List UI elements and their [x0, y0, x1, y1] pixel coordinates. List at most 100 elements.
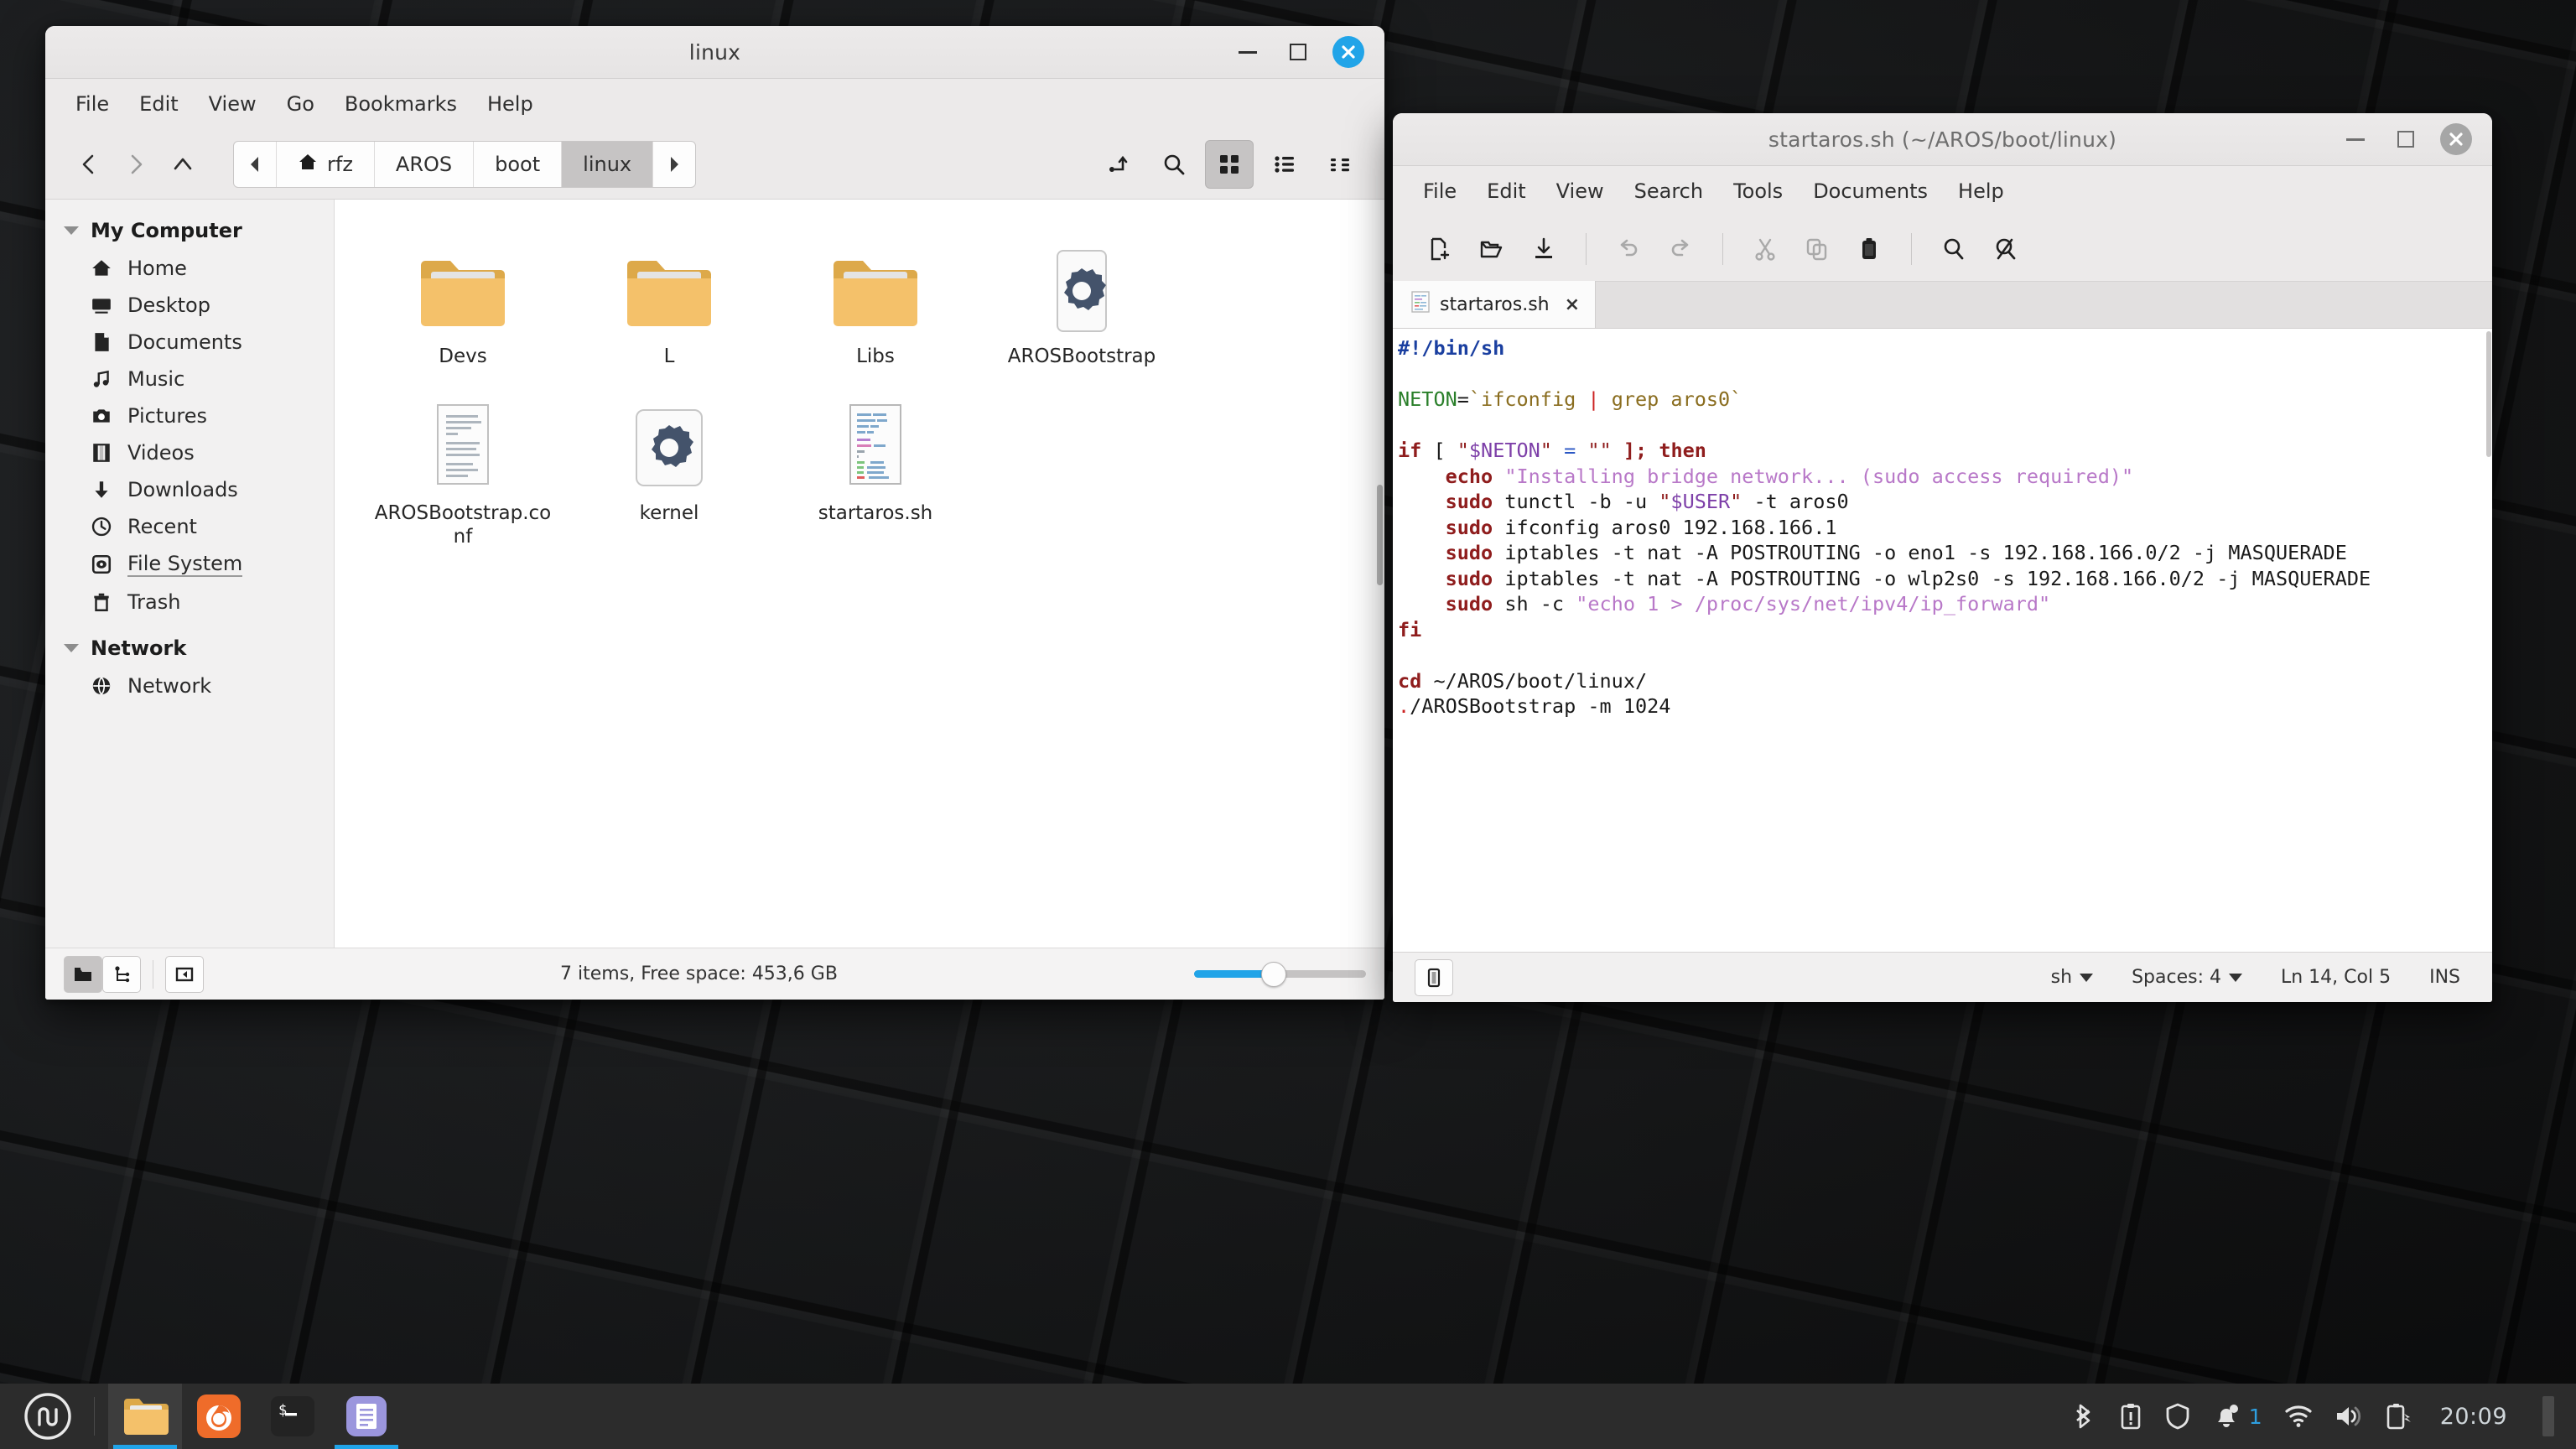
zoom-knob[interactable] [1260, 961, 1286, 987]
sidebar-item-recent[interactable]: Recent [45, 508, 334, 545]
menu-view[interactable]: View [1541, 173, 1619, 210]
sidebar-item-pictures[interactable]: Pictures [45, 397, 334, 434]
menu-help[interactable]: Help [1943, 173, 2019, 210]
back-icon[interactable] [65, 141, 112, 188]
firewall-shield-icon[interactable] [2165, 1402, 2190, 1431]
minimize-button[interactable] [1232, 36, 1264, 68]
sidebar-item-downloads[interactable]: Downloads [45, 471, 334, 508]
code-editor-area[interactable]: #!/bin/sh NETON=`ifconfig | grep aros0` … [1393, 329, 2492, 952]
sidebar-item-videos[interactable]: Videos [45, 434, 334, 471]
forward-icon[interactable] [112, 141, 159, 188]
paste-icon[interactable] [1846, 226, 1893, 273]
minimize-button[interactable] [2340, 123, 2371, 155]
file-manager-titlebar[interactable]: linux [45, 26, 1384, 79]
redo-icon[interactable] [1657, 226, 1704, 273]
mint-menu-icon[interactable] [20, 1389, 75, 1444]
folder-pane-button[interactable] [64, 955, 102, 993]
sidebar-item-home[interactable]: Home [45, 250, 334, 287]
menu-tools[interactable]: Tools [1718, 173, 1798, 210]
text-editor-toolbar[interactable] [1393, 216, 2492, 282]
breadcrumb-item-linux[interactable]: linux [562, 141, 654, 187]
new-document-icon[interactable] [1416, 226, 1463, 273]
menu-search[interactable]: Search [1619, 173, 1718, 210]
breadcrumb-scroll-left[interactable] [234, 141, 277, 187]
close-icon[interactable]: × [1565, 294, 1580, 315]
file-item[interactable]: Devs [360, 221, 566, 378]
cut-icon[interactable] [1742, 226, 1789, 273]
zoom-slider[interactable] [1193, 961, 1366, 987]
file-item[interactable]: AROSBootstrap.conf [360, 378, 566, 558]
maximize-button[interactable] [2390, 123, 2422, 155]
menu-file[interactable]: File [60, 86, 124, 122]
breadcrumb[interactable]: rfz AROS boot linux [233, 140, 697, 188]
menu-bookmarks[interactable]: Bookmarks [330, 86, 472, 122]
text-editor-titlebar[interactable]: startaros.sh (~/AROS/boot/linux) [1393, 113, 2492, 166]
vertical-scrollbar[interactable] [1377, 485, 1383, 585]
breadcrumb-item-boot[interactable]: boot [474, 141, 563, 187]
desktop[interactable]: linux File Edit View Go Bookmarks Help r… [0, 0, 2576, 1449]
taskbar-panel[interactable]: $ 1 20:09 [0, 1384, 2576, 1449]
toggle-side-panel-button[interactable] [1415, 958, 1453, 996]
sidebar-item-music[interactable]: Music [45, 361, 334, 397]
battery-charging-icon[interactable] [2385, 1402, 2412, 1431]
list-view-icon[interactable] [1260, 140, 1309, 189]
menu-documents[interactable]: Documents [1798, 173, 1943, 210]
breadcrumb-scroll-right[interactable] [653, 142, 695, 187]
file-manager-menubar[interactable]: File Edit View Go Bookmarks Help [45, 79, 1384, 129]
menu-edit[interactable]: Edit [1472, 173, 1540, 210]
panel-grip[interactable] [2542, 1396, 2554, 1436]
up-icon[interactable] [159, 141, 206, 188]
file-manager-toolbar[interactable]: rfz AROS boot linux [45, 129, 1384, 200]
terminal-task[interactable]: $ [256, 1384, 330, 1449]
find-replace-icon[interactable] [1982, 226, 2029, 273]
tree-pane-button[interactable] [102, 955, 141, 993]
open-file-icon[interactable] [1468, 226, 1515, 273]
wifi-icon[interactable] [2284, 1404, 2313, 1429]
search-icon[interactable] [1150, 140, 1198, 189]
sidebar-item-documents[interactable]: Documents [45, 324, 334, 361]
editor-scrollbar[interactable] [2486, 331, 2491, 457]
sidebar-item-trash[interactable]: Trash [45, 584, 334, 621]
sidebar-item-file-system[interactable]: File System [45, 545, 334, 584]
file-item[interactable]: Libs [772, 221, 979, 378]
sidebar-item-desktop[interactable]: Desktop [45, 287, 334, 324]
update-manager-icon[interactable] [2118, 1402, 2143, 1431]
file-item[interactable]: startaros.sh [772, 378, 979, 558]
file-manager-sidebar[interactable]: My Computer Home Desktop Documents Music [45, 200, 335, 948]
save-icon[interactable] [1520, 226, 1567, 273]
undo-icon[interactable] [1605, 226, 1652, 273]
sidebar-group-network[interactable]: Network [45, 629, 334, 667]
file-manager-task[interactable] [108, 1384, 182, 1449]
text-editor-task[interactable] [330, 1384, 403, 1449]
icon-view-icon[interactable] [1205, 139, 1254, 189]
menu-edit[interactable]: Edit [124, 86, 193, 122]
copy-icon[interactable] [1794, 226, 1841, 273]
menu-view[interactable]: View [194, 86, 272, 122]
tab-startaros-sh[interactable]: startaros.sh × [1393, 281, 1597, 328]
bluetooth-icon[interactable] [2071, 1402, 2096, 1431]
breadcrumb-item-rfz[interactable]: rfz [277, 141, 375, 187]
sidebar-item-network[interactable]: Network [45, 667, 334, 704]
menu-help[interactable]: Help [472, 86, 548, 122]
file-item[interactable]: L [566, 221, 772, 378]
toggle-sidebar-button[interactable] [165, 955, 204, 993]
sidebar-group-my-computer[interactable]: My Computer [45, 211, 334, 250]
menu-file[interactable]: File [1408, 173, 1472, 210]
find-icon[interactable] [1930, 226, 1977, 273]
close-button[interactable] [2440, 123, 2472, 155]
text-editor-tabbar[interactable]: startaros.sh × [1393, 281, 2492, 329]
split-view-icon[interactable] [1094, 140, 1143, 189]
maximize-button[interactable] [1282, 36, 1314, 68]
text-editor-menubar[interactable]: File Edit View Search Tools Documents He… [1393, 166, 2492, 216]
indent-selector[interactable]: Spaces: 4 [2132, 967, 2242, 988]
volume-icon[interactable] [2334, 1404, 2363, 1429]
file-item[interactable]: AROSBootstrap [979, 221, 1185, 378]
compact-view-icon[interactable] [1316, 140, 1364, 189]
file-list-area[interactable]: Devs L Libs AROSBootstrap AROSBootstrap.… [335, 200, 1384, 948]
menu-go[interactable]: Go [272, 86, 330, 122]
language-selector[interactable]: sh [2051, 967, 2094, 988]
close-button[interactable] [1332, 36, 1364, 68]
firefox-task[interactable] [182, 1384, 256, 1449]
file-manager-window[interactable]: linux File Edit View Go Bookmarks Help r… [45, 26, 1384, 1000]
clock[interactable]: 20:09 [2440, 1404, 2507, 1430]
